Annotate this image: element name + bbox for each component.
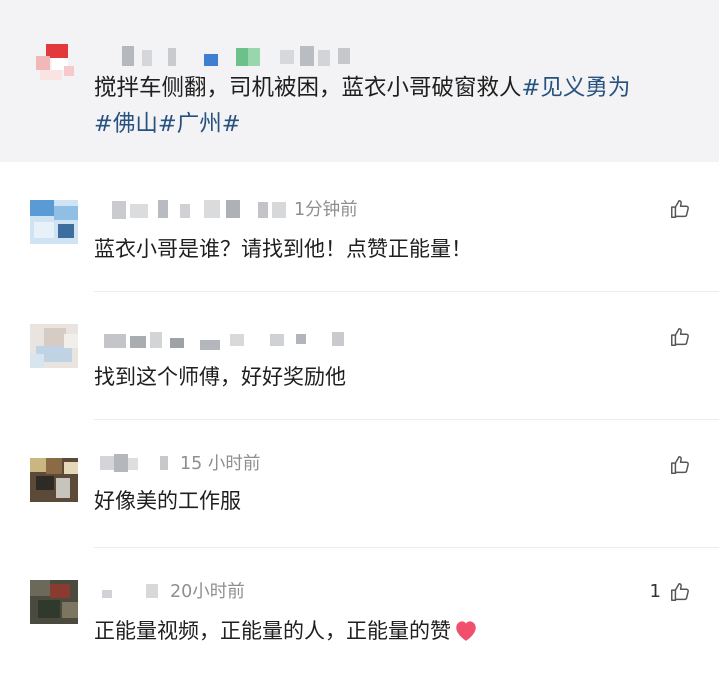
comment-meta: 15 小时前 <box>100 452 460 476</box>
comment-time: 1分钟前 <box>294 200 358 220</box>
comment-text: 蓝衣小哥是谁？请找到他！点赞正能量！ <box>94 237 472 261</box>
thumbs-up-icon[interactable] <box>669 326 691 348</box>
commenter-avatar[interactable] <box>30 580 78 624</box>
comment-item: 20小时前 正能量视频，正能量的人，正能量的赞 1 <box>0 548 719 676</box>
like-count: 1 <box>649 581 661 602</box>
comment-item: 15 小时前 好像美的工作服 <box>0 420 719 548</box>
comment-time: 15 小时前 <box>180 454 261 474</box>
comment-item: 1分钟前 蓝衣小哥是谁？请找到他！点赞正能量！ <box>0 162 719 292</box>
commenter-avatar[interactable] <box>30 458 78 502</box>
comment-text: 找到这个师傅，好好奖励他 <box>94 365 346 389</box>
comment-text: 正能量视频，正能量的人，正能量的赞 <box>94 616 479 646</box>
comment-meta: 20小时前 <box>100 580 460 604</box>
commenter-avatar[interactable] <box>30 324 78 368</box>
commenter-avatar[interactable] <box>30 200 78 244</box>
comment-text-body: 正能量视频，正能量的人，正能量的赞 <box>94 619 451 643</box>
post-text: 搅拌车侧翻，司机被困，蓝衣小哥破窗救人#见义勇为 #佛山#广州# <box>94 70 694 142</box>
post-author-name-blurred[interactable] <box>112 46 372 68</box>
post-text-body: 搅拌车侧翻，司机被困，蓝衣小哥破窗救人 <box>94 75 522 101</box>
thumbs-up-icon[interactable] <box>669 581 691 603</box>
thumbs-up-icon[interactable] <box>669 198 691 220</box>
post-avatar[interactable] <box>32 42 80 82</box>
comment-item: 找到这个师傅，好好奖励他 <box>0 292 719 420</box>
hashtag-link[interactable]: #佛山 <box>94 111 158 137</box>
heart-icon <box>456 621 476 641</box>
hashtag-link[interactable]: #广州 <box>158 111 222 137</box>
original-post: 搅拌车侧翻，司机被困，蓝衣小哥破窗救人#见义勇为 #佛山#广州# <box>0 0 719 162</box>
hashtag-link[interactable]: # <box>222 111 241 137</box>
hashtag-link[interactable]: #见义勇为 <box>522 75 631 101</box>
comment-time: 20小时前 <box>170 582 245 602</box>
thumbs-up-icon[interactable] <box>669 454 691 476</box>
comment-meta: 1分钟前 <box>100 198 460 222</box>
comment-text: 好像美的工作服 <box>94 489 241 513</box>
comment-meta <box>100 328 460 352</box>
